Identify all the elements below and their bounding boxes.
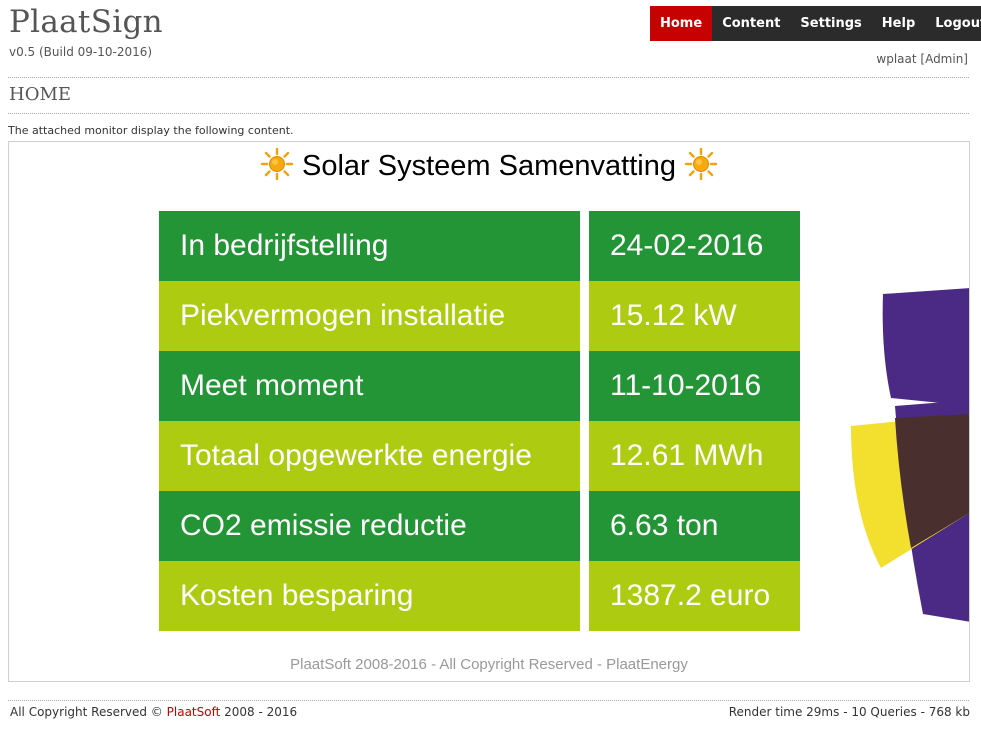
heading-divider [8, 113, 969, 114]
app-title: PlaatSign [9, 4, 163, 40]
nav-home[interactable]: Home [650, 6, 713, 41]
display-title-text: Solar Systeem Samenvatting [302, 150, 676, 182]
summary-label: Kosten besparing [159, 561, 580, 631]
display-title: Solar Systeem Samenvatting [9, 148, 969, 184]
copyright-prefix: All Copyright Reserved © [10, 705, 163, 719]
intro-text: The attached monitor display the followi… [8, 124, 294, 137]
summary-value: 15.12 kW [589, 281, 800, 351]
summary-label: Piekvermogen installatie [159, 281, 580, 351]
sun-icon [684, 148, 718, 181]
nav-content[interactable]: Content [712, 6, 790, 41]
app-version: v0.5 (Build 09-10-2016) [9, 45, 153, 59]
footer-divider [8, 700, 969, 701]
render-stats: Render time 29ms - 10 Queries - 768 kb [728, 705, 970, 719]
user-info: wplaat [Admin] [876, 52, 968, 66]
sun-icon [260, 148, 294, 181]
nav-help[interactable]: Help [872, 6, 925, 41]
main-nav: Home Content Settings Help Logout [650, 6, 981, 41]
summary-value: 11-10-2016 [589, 351, 800, 421]
summary-label: In bedrijfstelling [159, 211, 580, 281]
summary-label: CO2 emissie reductie [159, 491, 580, 561]
plaatenergy-logo-decoration [851, 288, 969, 622]
summary-value: 24-02-2016 [589, 211, 800, 281]
header-divider [8, 77, 969, 78]
summary-value: 6.63 ton [589, 491, 800, 561]
page-heading: HOME [9, 84, 72, 105]
summary-value: 12.61 MWh [589, 421, 800, 491]
summary-label: Totaal opgewerkte energie [159, 421, 580, 491]
summary-label: Meet moment [159, 351, 580, 421]
copyright-years: 2008 - 2016 [224, 705, 298, 719]
nav-settings[interactable]: Settings [790, 6, 871, 41]
footer-copyright: All Copyright Reserved © PlaatSoft 2008 … [10, 705, 297, 719]
display-footer: PlaatSoft 2008-2016 - All Copyright Rese… [290, 656, 688, 673]
display-preview-panel: Solar Systeem Samenvatting In bedrijfste… [8, 141, 970, 682]
summary-value: 1387.2 euro [589, 561, 800, 631]
nav-logout[interactable]: Logout [925, 6, 981, 41]
plaatsoft-link[interactable]: PlaatSoft [167, 705, 221, 719]
